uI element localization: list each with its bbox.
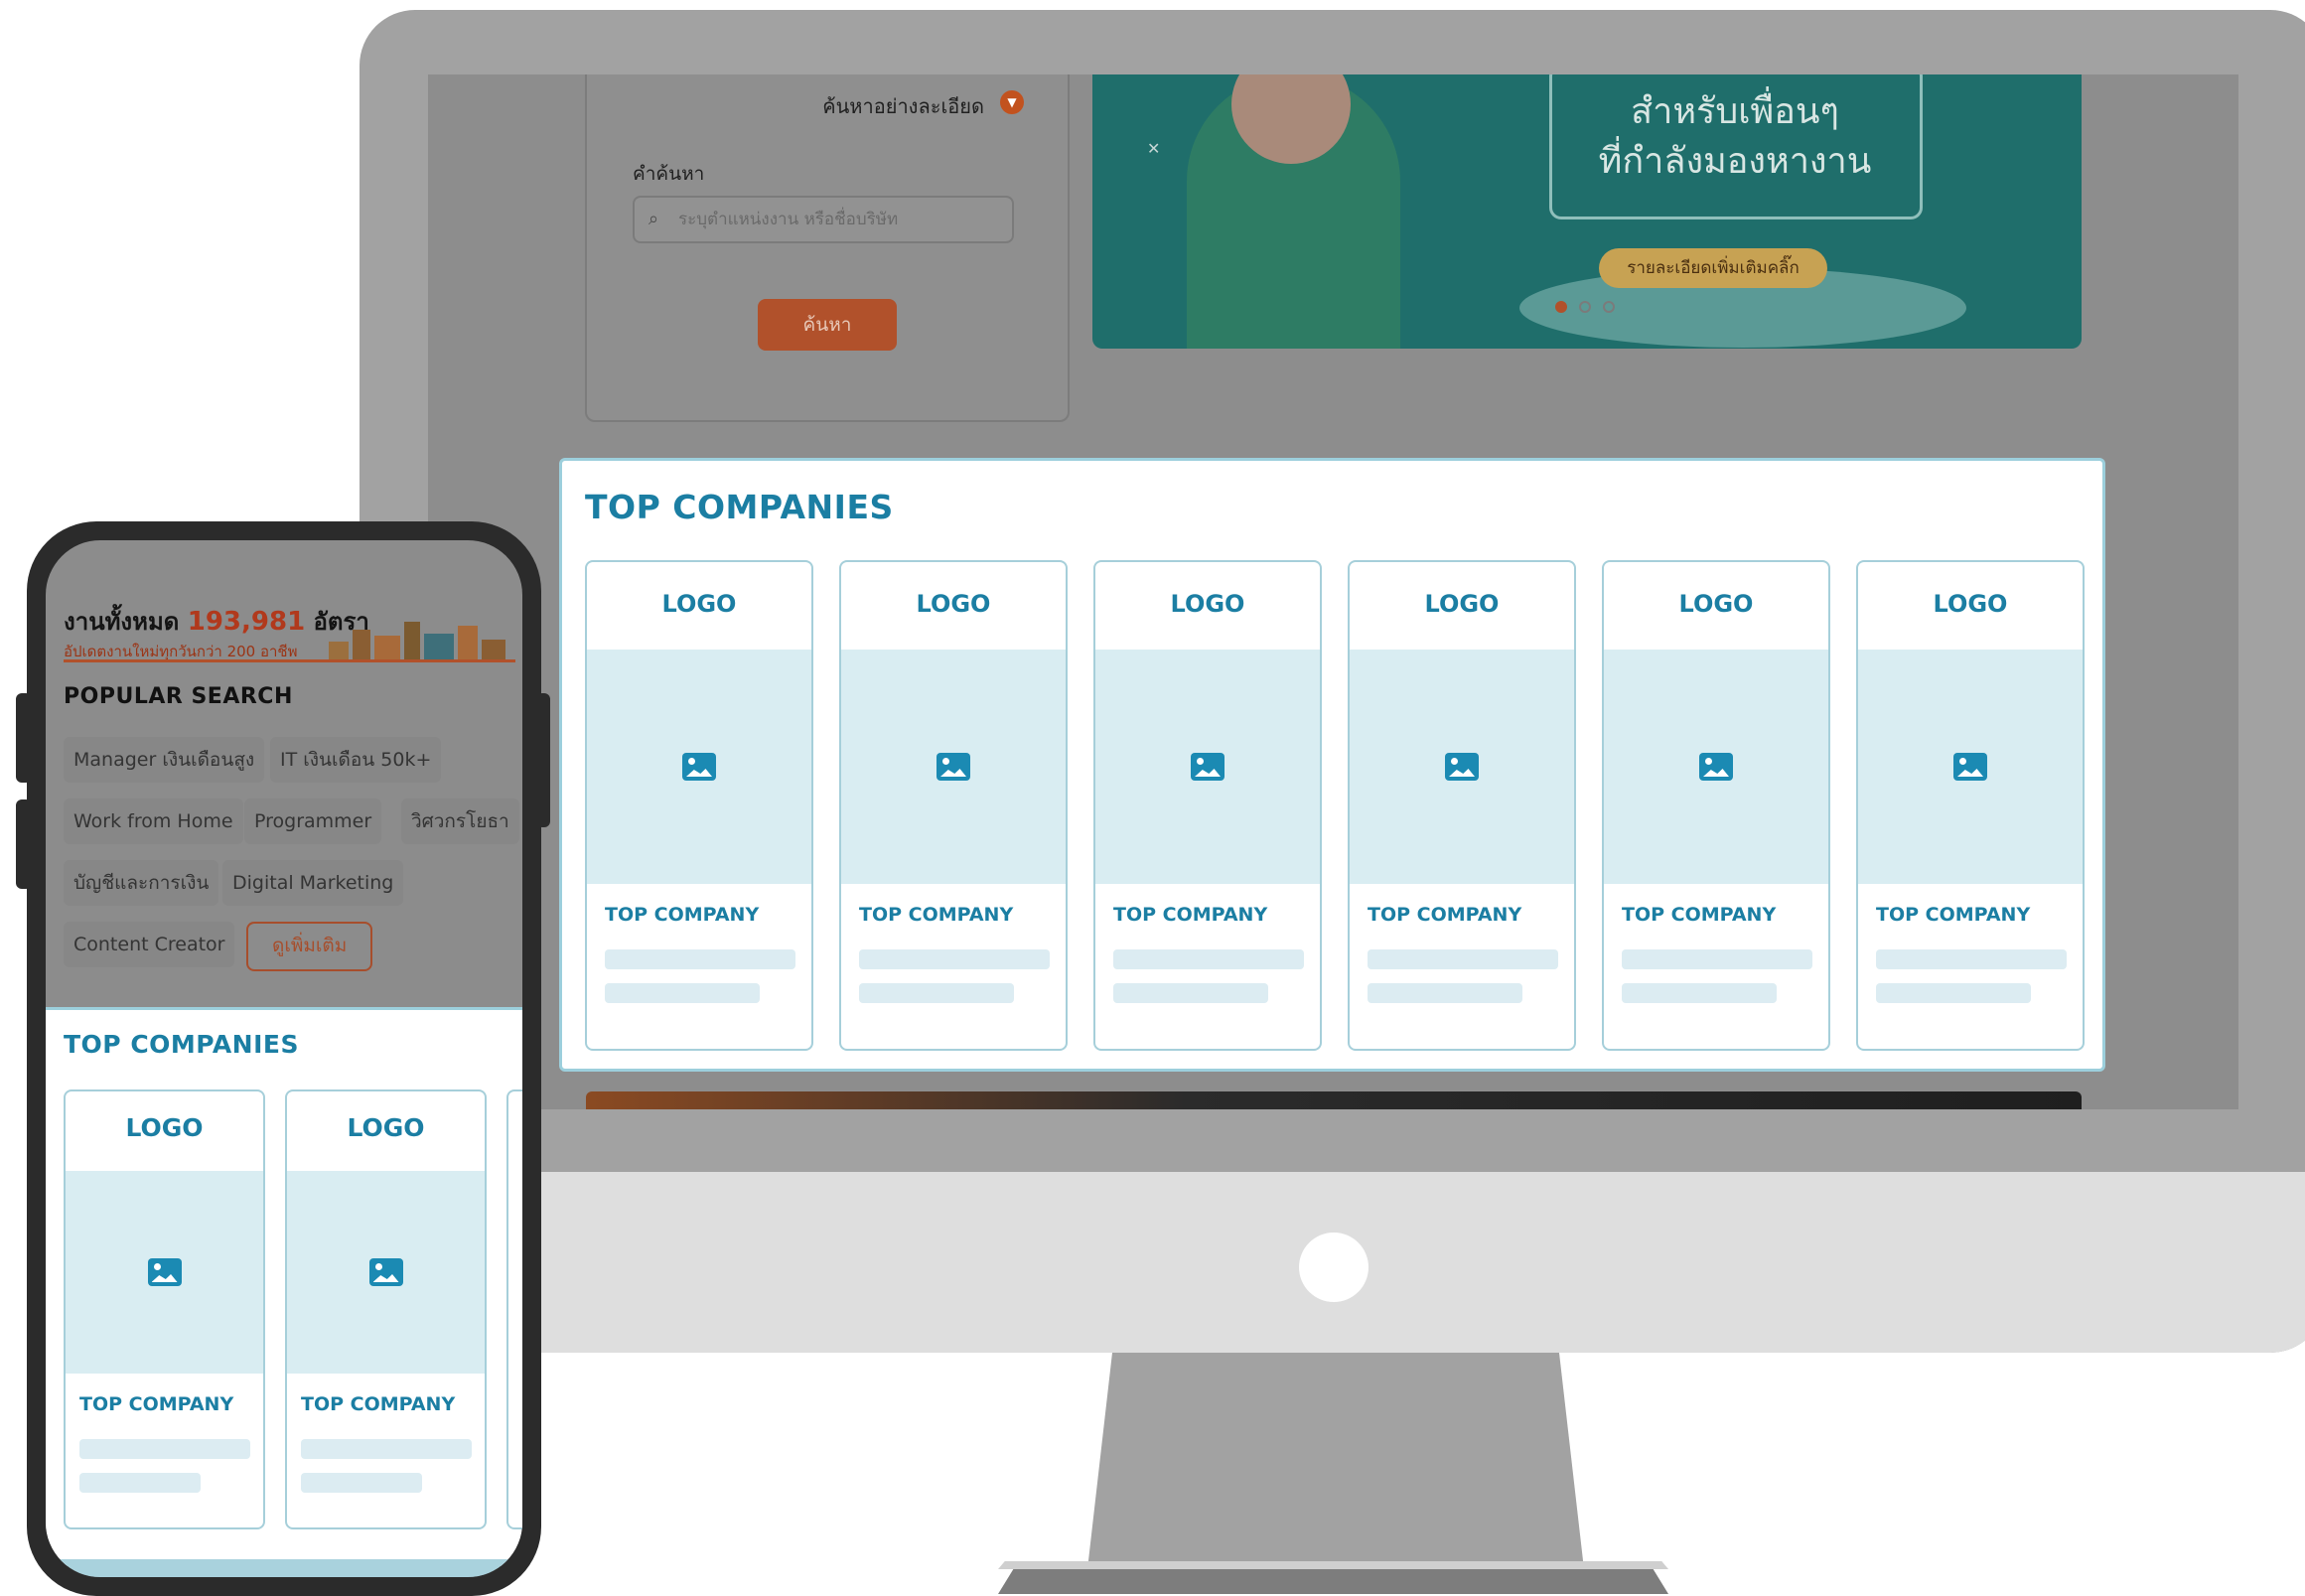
company-logo: LOGO: [1678, 590, 1754, 618]
company-logo: LOGO: [1424, 590, 1500, 618]
company-logo: LOGO: [916, 590, 991, 618]
banner-headline-line1: สำหรับเพื่อนๆ: [1631, 91, 1839, 132]
popular-chip[interactable]: บัญชีและการเงิน: [64, 860, 219, 906]
image-icon: [1953, 753, 1987, 781]
skeleton-line: [1368, 949, 1558, 969]
city-skyline-illustration: [329, 620, 517, 659]
company-card[interactable]: LOGO TOP COMPANY: [1856, 560, 2085, 1051]
keyword-search-input[interactable]: ⌕ ระบุตำแหน่งงาน หรือชื่อบริษัท: [633, 196, 1014, 243]
carousel-dot-1[interactable]: [1555, 301, 1567, 313]
company-name: TOP COMPANY: [859, 904, 1014, 926]
advanced-search-link[interactable]: ค้นหาอย่างละเอียด: [822, 90, 984, 122]
divider: [64, 659, 515, 662]
skeleton-line: [1876, 949, 2067, 969]
skeleton-line: [859, 983, 1014, 1003]
search-icon: ⌕: [648, 209, 659, 229]
company-card[interactable]: LOGO TOP COMPANY: [1348, 560, 1576, 1051]
mobile-top-companies-panel: TOP COMPANIES LOGO TOP COMPANY LOGO TOP …: [46, 1007, 522, 1566]
skeleton-line: [1622, 983, 1777, 1003]
company-name: TOP COMPANY: [605, 904, 760, 926]
company-image-placeholder: [841, 650, 1066, 884]
monitor-base-edge: [998, 1561, 1668, 1569]
image-icon: [1699, 753, 1733, 781]
carousel-dot-2[interactable]: [1579, 301, 1591, 313]
carousel-dots: [1555, 298, 1627, 317]
company-logo: LOGO: [1933, 590, 2008, 618]
monitor-logo-button: [1299, 1233, 1369, 1302]
job-count-value: 193,981: [187, 607, 306, 637]
skeleton-line: [1113, 949, 1304, 969]
skeleton-line: [1368, 983, 1522, 1003]
company-card[interactable]: LOGO TOP COMPANY: [1602, 560, 1830, 1051]
company-image-placeholder: [287, 1171, 485, 1374]
skeleton-line: [1622, 949, 1812, 969]
keyword-placeholder: ระบุตำแหน่งงาน หรือชื่อบริษัท: [678, 210, 899, 229]
company-logo: LOGO: [125, 1113, 204, 1142]
skeleton-line: [79, 1473, 201, 1493]
company-name: TOP COMPANY: [1368, 904, 1522, 926]
skeleton-line: [79, 1439, 250, 1459]
company-name: TOP COMPANY: [1876, 904, 2031, 926]
popular-chip[interactable]: Content Creator: [64, 922, 235, 967]
decor-cross-icon: ✕: [1147, 139, 1161, 158]
image-icon: [682, 753, 716, 781]
company-card[interactable]: LOGO TOP COMPANY: [585, 560, 813, 1051]
skeleton-line: [1876, 983, 2031, 1003]
popular-search-title: POPULAR SEARCH: [64, 684, 293, 709]
company-image-placeholder: [587, 650, 811, 884]
section-title: TOP COMPANIES: [585, 488, 894, 526]
company-card-peek[interactable]: [506, 1089, 522, 1529]
company-image-placeholder: [66, 1171, 263, 1374]
company-name: TOP COMPANY: [301, 1393, 456, 1415]
company-card[interactable]: LOGO TOP COMPANY: [1093, 560, 1322, 1051]
see-more-button[interactable]: ดูเพิ่มเติม: [246, 922, 373, 971]
next-section-banner-edge: [586, 1091, 2082, 1109]
popular-chip[interactable]: IT เงินเดือน 50k+: [270, 737, 442, 783]
company-image-placeholder: [1858, 650, 2083, 884]
popular-chip[interactable]: Digital Marketing: [222, 860, 404, 906]
company-card[interactable]: LOGO TOP COMPANY: [285, 1089, 487, 1529]
skeleton-line: [301, 1439, 472, 1459]
search-button[interactable]: ค้นหา: [758, 299, 897, 351]
bottom-edge: [46, 1559, 522, 1577]
company-image-placeholder: [1095, 650, 1320, 884]
popular-chip[interactable]: Programmer: [244, 798, 382, 844]
job-count-prefix: งานทั้งหมด: [64, 608, 180, 636]
job-count: งานทั้งหมด 193,981 อัตรา: [64, 602, 369, 641]
company-image-placeholder: [1604, 650, 1828, 884]
popular-chip[interactable]: Manager เงินเดือนสูง: [64, 737, 265, 783]
company-name: TOP COMPANY: [1622, 904, 1777, 926]
image-icon: [1191, 753, 1225, 781]
skeleton-line: [605, 949, 795, 969]
chevron-down-icon[interactable]: ▼: [1000, 90, 1024, 114]
carousel-dot-3[interactable]: [1603, 301, 1615, 313]
monitor-stand: [1087, 1353, 1584, 1569]
section-title: TOP COMPANIES: [64, 1030, 299, 1059]
company-card[interactable]: LOGO TOP COMPANY: [64, 1089, 265, 1529]
skeleton-line: [1113, 983, 1268, 1003]
popular-chip[interactable]: Work from Home: [64, 798, 243, 844]
search-card: ค้นหาอย่างละเอียด ▼ คำค้นหา ⌕ ระบุตำแหน่…: [585, 74, 1070, 422]
skeleton-line: [859, 949, 1050, 969]
company-name: TOP COMPANY: [1113, 904, 1268, 926]
company-logo: LOGO: [1170, 590, 1245, 618]
keyword-label: คำค้นหา: [633, 163, 705, 185]
image-icon: [147, 1258, 182, 1286]
image-icon: [1445, 753, 1479, 781]
company-name: TOP COMPANY: [79, 1393, 234, 1415]
skeleton-line: [605, 983, 760, 1003]
skeleton-line: [301, 1473, 422, 1493]
company-image-placeholder: [1350, 650, 1574, 884]
image-icon: [368, 1258, 403, 1286]
mobile-screen: งานทั้งหมด 193,981 อัตรา อัปเดตงานใหม่ทุ…: [46, 540, 522, 1577]
banner-headline-line2: ที่กำลังมองหางาน: [1598, 141, 1872, 182]
company-logo: LOGO: [347, 1113, 425, 1142]
popular-chip[interactable]: วิศวกรโยธา: [401, 798, 519, 844]
banner-cta-button[interactable]: รายละเอียดเพิ่มเติมคลิ๊ก: [1599, 248, 1827, 288]
company-logo: LOGO: [661, 590, 737, 618]
desktop-top-companies-panel: TOP COMPANIES LOGO TOP COMPANY LOGO TOP …: [559, 458, 2105, 1072]
company-card[interactable]: LOGO TOP COMPANY: [839, 560, 1068, 1051]
image-icon: [936, 753, 970, 781]
